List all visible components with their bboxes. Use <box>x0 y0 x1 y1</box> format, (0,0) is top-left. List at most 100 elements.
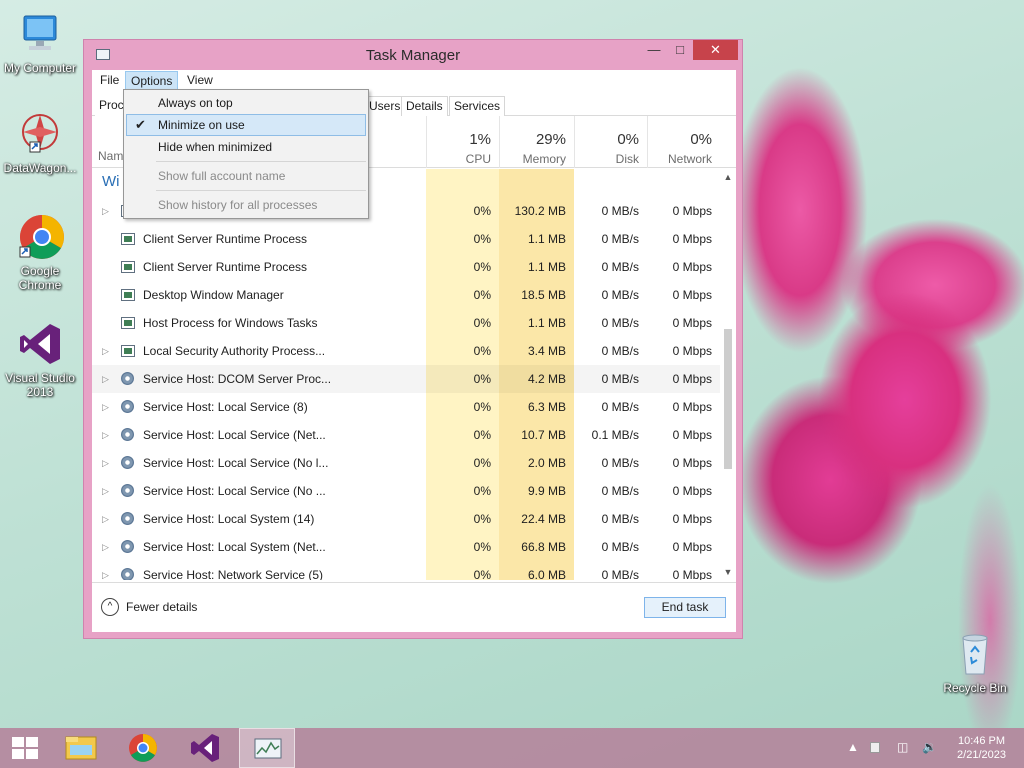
expand-arrow-icon[interactable]: ▷ <box>102 365 112 393</box>
cell-memory: 1.1 MB <box>527 232 566 246</box>
chrome-icon <box>129 734 157 762</box>
scroll-down-arrow-icon[interactable]: ▼ <box>720 564 736 580</box>
tab-details[interactable]: Details <box>401 96 448 116</box>
process-name: Desktop Window Manager <box>143 288 284 302</box>
menu-options[interactable]: Options <box>125 71 179 90</box>
options-menu-item[interactable]: Hide when minimized <box>126 136 366 158</box>
taskbar-chrome[interactable] <box>115 728 171 768</box>
start-button[interactable] <box>12 737 38 759</box>
column-header-memory[interactable]: 29% Memory <box>499 116 574 168</box>
title-bar[interactable]: Task Manager — □ ✕ <box>84 40 742 70</box>
end-task-button[interactable]: End task <box>644 597 726 618</box>
expand-arrow-icon[interactable]: ▷ <box>102 449 112 477</box>
maximize-button[interactable]: □ <box>667 40 693 60</box>
scroll-up-arrow-icon[interactable]: ▲ <box>720 169 736 185</box>
cell-network: 0 Mbps <box>672 288 712 302</box>
options-menu-item-label: Always on top <box>158 96 233 110</box>
maximize-icon: □ <box>676 42 684 57</box>
cell-memory: 18.5 MB <box>521 288 566 302</box>
table-row[interactable]: ▷ Service Host: Local Service (8) 0% 6.3 MB… <box>92 393 720 421</box>
cell-cpu: 0% <box>473 568 491 580</box>
minimize-icon: — <box>647 42 661 57</box>
desktop-icon-google-chrome[interactable]: Google Chrome <box>0 213 80 292</box>
table-row[interactable]: ▷ Service Host: Local System (Net... 0% 66.… <box>92 533 720 561</box>
cell-disk: 0.1 MB/s <box>591 428 639 442</box>
desktop-icon-label: My Computer <box>3 61 77 75</box>
cell-cpu: 0% <box>473 512 491 526</box>
taskbar-task-manager[interactable] <box>239 728 295 768</box>
table-row[interactable]: ▷ Service Host: Local Service (No ... 0% 9.… <box>92 477 720 505</box>
options-menu-item-label: Show history for all processes <box>158 198 318 212</box>
recycle-bin-icon <box>951 630 999 678</box>
expand-arrow-icon[interactable]: ▷ <box>102 477 112 505</box>
service-gear-icon <box>121 540 134 553</box>
cell-network: 0 Mbps <box>672 456 712 470</box>
service-gear-icon <box>121 484 134 497</box>
table-row[interactable]: ▷ Local Security Authority Process... 0% 3.… <box>92 337 720 365</box>
cell-network: 0 Mbps <box>672 400 712 414</box>
desktop-icon-recycle-bin[interactable]: Recycle Bin <box>935 630 1015 695</box>
process-list[interactable]: Wi ▷ 0% 130.2 MB 0 MB/s 0 Mbps Client Server … <box>92 169 736 580</box>
cell-network: 0 Mbps <box>672 428 712 442</box>
taskbar-file-explorer[interactable] <box>53 728 109 768</box>
show-hidden-icons-icon[interactable]: ▲ <box>847 740 859 754</box>
cell-cpu: 0% <box>473 484 491 498</box>
clock-date: 2/21/2023 <box>957 749 1006 761</box>
table-row[interactable]: ▷ Service Host: Network Service (5) 0% 6.0 … <box>92 561 720 580</box>
desktop-icon-visual-studio[interactable]: Visual Studio 2013 <box>0 320 80 399</box>
cell-disk: 0 MB/s <box>601 512 639 526</box>
scroll-thumb[interactable] <box>724 329 732 469</box>
column-header-disk[interactable]: 0% Disk <box>574 116 647 168</box>
expand-arrow-icon[interactable]: ▷ <box>102 421 112 449</box>
cell-network: 0 Mbps <box>672 344 712 358</box>
clock-time: 10:46 PM <box>957 735 1006 747</box>
cell-disk: 0 MB/s <box>601 260 639 274</box>
menu-view[interactable]: View <box>182 71 218 90</box>
expand-arrow-icon[interactable]: ▷ <box>102 561 112 580</box>
options-menu-item[interactable]: Always on top <box>126 92 366 114</box>
cell-cpu: 0% <box>473 400 491 414</box>
desktop-icon-my-computer[interactable]: My Computer <box>0 10 80 75</box>
column-header-network[interactable]: 0% Network <box>647 116 720 168</box>
expand-arrow-icon[interactable]: ▷ <box>102 533 112 561</box>
cell-disk: 0 MB/s <box>601 344 639 358</box>
table-row[interactable]: Client Server Runtime Process 0% 1.1 MB 0 M… <box>92 225 720 253</box>
footer-bar: ^ Fewer details End task <box>92 582 736 632</box>
table-row[interactable]: ▷ Service Host: Local Service (No l... 0% 2… <box>92 449 720 477</box>
table-row[interactable]: Client Server Runtime Process 0% 1.1 MB 0 M… <box>92 253 720 281</box>
minimize-button[interactable]: — <box>641 40 667 60</box>
disk-total: 0% <box>617 131 639 148</box>
table-row[interactable]: Host Process for Windows Tasks 0% 1.1 MB 0 … <box>92 309 720 337</box>
table-row[interactable]: ▷ Service Host: Local Service (Net... 0% 10… <box>92 421 720 449</box>
desktop-icon-datawagon[interactable]: DataWagon... <box>0 110 80 175</box>
expand-arrow-icon[interactable]: ▷ <box>102 505 112 533</box>
options-menu-item[interactable]: ✔ Minimize on use <box>126 114 366 136</box>
chevron-up-icon[interactable]: ^ <box>101 598 119 616</box>
tab-services[interactable]: Services <box>449 96 506 116</box>
expand-arrow-icon[interactable]: ▷ <box>102 337 112 365</box>
column-header-cpu[interactable]: 1% CPU <box>426 116 499 168</box>
fewer-details-link[interactable]: Fewer details <box>126 600 197 614</box>
table-row[interactable]: ▷ Service Host: DCOM Server Proc... 0% 4.2 … <box>92 365 720 393</box>
expand-arrow-icon[interactable]: ▷ <box>102 197 112 225</box>
tab-users[interactable]: Users <box>364 96 406 116</box>
taskbar-visual-studio[interactable] <box>177 728 233 768</box>
column-header-name[interactable]: Nam <box>98 149 123 163</box>
network-total: 0% <box>690 131 712 148</box>
desktop-icon-label: Visual Studio 2013 <box>5 371 75 399</box>
system-clock[interactable]: 10:46 PM 2/21/2023 <box>944 734 1019 762</box>
close-button[interactable]: ✕ <box>693 40 738 60</box>
options-menu-item-label: Hide when minimized <box>158 140 273 154</box>
expand-arrow-icon[interactable]: ▷ <box>102 393 112 421</box>
table-row[interactable]: ▷ Service Host: Local System (14) 0% 22.4 M… <box>92 505 720 533</box>
volume-icon[interactable]: 🔉 <box>922 740 937 754</box>
vertical-scrollbar[interactable]: ▲ ▼ <box>720 169 736 580</box>
table-row[interactable]: Desktop Window Manager 0% 18.5 MB 0 MB/s 0 M… <box>92 281 720 309</box>
cell-memory: 10.7 MB <box>521 428 566 442</box>
process-name: Client Server Runtime Process <box>143 232 308 246</box>
menu-file[interactable]: File <box>95 71 124 90</box>
cell-network: 0 Mbps <box>672 316 712 330</box>
process-name: Host Process for Windows Tasks <box>143 316 318 330</box>
network-icon[interactable]: ◫ <box>897 740 908 754</box>
action-center-icon[interactable] <box>870 742 880 753</box>
